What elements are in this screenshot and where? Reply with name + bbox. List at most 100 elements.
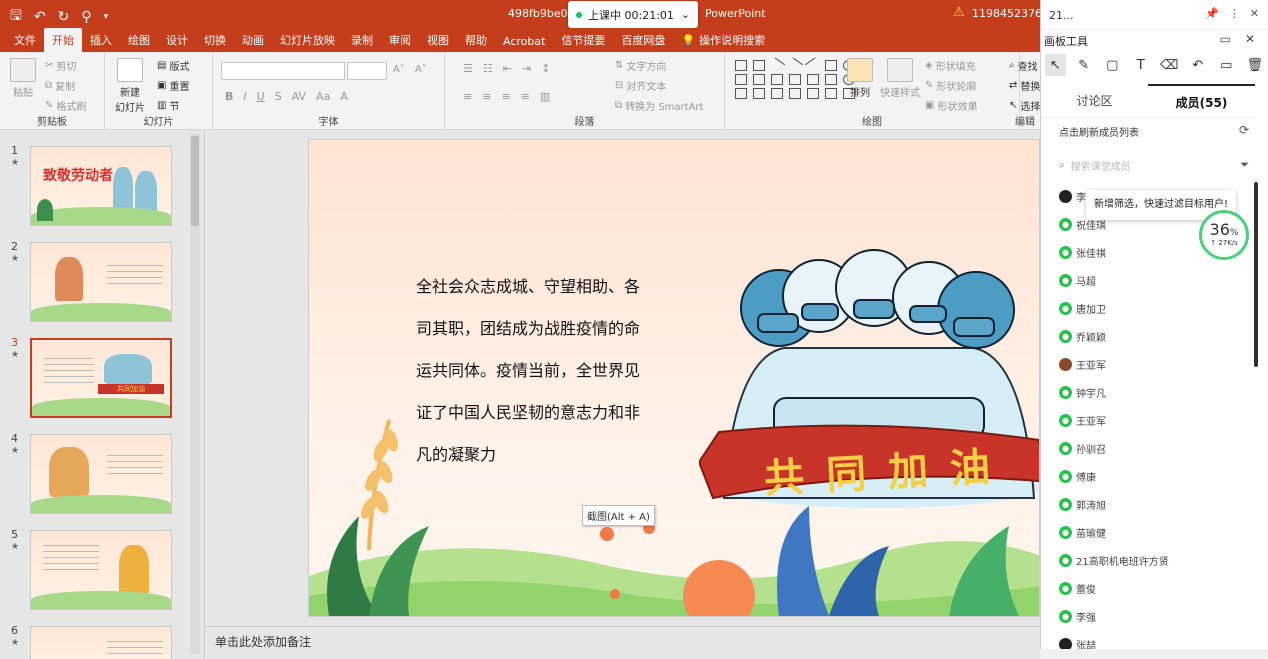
connector-shape-icon[interactable] (771, 74, 783, 85)
pen-icon[interactable]: ✎ (1074, 54, 1095, 76)
curve-shape-icon[interactable] (753, 88, 765, 99)
font-color-icon[interactable]: A (340, 90, 348, 103)
member-item[interactable]: ● 苗瑜健 (1059, 518, 1106, 546)
replace-button[interactable]: ⇄ 替换 (1009, 78, 1040, 93)
tab-insert[interactable]: 插入 (82, 28, 120, 52)
italic-icon[interactable]: I (243, 90, 246, 103)
arrow-shape-icon[interactable] (825, 74, 837, 85)
section-button[interactable]: ▥ 节 (157, 98, 179, 113)
tab-review[interactable]: 审阅 (381, 28, 419, 52)
bold-icon[interactable]: B (225, 90, 233, 103)
pin-icon[interactable]: 📌 (1205, 7, 1219, 20)
close-icon[interactable]: ✕ (1250, 7, 1259, 20)
tell-me-search[interactable]: 💡 操作说明搜索 (673, 28, 773, 52)
strikethrough-icon[interactable]: S (275, 90, 282, 103)
save-icon[interactable]: 🖫 (10, 5, 22, 29)
justify-icon[interactable]: ≡ (521, 90, 530, 103)
slide-thumbnail-2[interactable] (30, 242, 172, 322)
member-item[interactable]: 王亚军 (1059, 350, 1106, 378)
member-item[interactable]: ● 李强 (1059, 602, 1096, 630)
increase-indent-icon[interactable]: ⇥ (522, 62, 531, 75)
slide-thumbnail-4[interactable] (30, 434, 172, 514)
customize-icon[interactable]: ▾ (104, 12, 109, 22)
tab-summary[interactable]: 信节提要 (553, 28, 613, 52)
curve-shape-icon[interactable] (789, 88, 801, 99)
tab-file[interactable]: 文件 (6, 28, 44, 52)
layout-button[interactable]: ▤ 版式 (157, 58, 189, 73)
rectangle-icon[interactable]: ▢ (1102, 54, 1123, 76)
slide-thumbnail-5[interactable] (30, 530, 172, 610)
tab-acrobat[interactable]: Acrobat (495, 31, 553, 52)
tab-discussion[interactable]: 讨论区 (1041, 84, 1148, 117)
refresh-members[interactable]: 点击刷新成员列表 ⟳ (1059, 123, 1249, 139)
network-speed-indicator[interactable]: 36% ↑ 27K/s (1199, 210, 1249, 260)
tab-transitions[interactable]: 切换 (196, 28, 234, 52)
brace-shape-icon[interactable] (807, 88, 819, 99)
brush-icon[interactable]: ⚲ (81, 9, 91, 25)
member-item[interactable]: 李 (1059, 182, 1086, 210)
more-icon[interactable]: ⋮ (1229, 7, 1240, 20)
member-item[interactable]: ● 蕾俊 (1059, 574, 1096, 602)
close-icon[interactable]: ✕ (1245, 32, 1255, 46)
font-size-up-icon[interactable]: A˄ (393, 64, 405, 75)
undo-icon[interactable]: ↶ (1188, 54, 1209, 76)
line-shape-icon[interactable] (804, 57, 822, 74)
class-timer[interactable]: 上课中 00:21:01 ⌄ (568, 1, 698, 28)
tab-home[interactable]: 开始 (44, 28, 82, 52)
redo-icon[interactable]: ↻ (58, 9, 70, 25)
paste-button[interactable]: 粘贴 (10, 58, 36, 99)
decrease-indent-icon[interactable]: ⇤ (503, 62, 512, 75)
member-item[interactable]: ● 傅康 (1059, 462, 1096, 490)
font-size-select[interactable] (347, 62, 387, 80)
line-shape-icon[interactable] (786, 57, 804, 74)
line-spacing-icon[interactable]: ↕ (541, 62, 550, 75)
member-item[interactable]: ● 孙驯召 (1059, 434, 1106, 462)
text-direction-button[interactable]: ⇅ 文字方向 (615, 58, 666, 73)
member-item[interactable]: ● 唐加卫 (1059, 294, 1106, 322)
member-item[interactable]: ● 王亚军 (1059, 406, 1106, 434)
rectangle-shape-icon[interactable] (735, 74, 747, 85)
rectangle-shape-icon[interactable] (753, 60, 765, 71)
warning-icon[interactable]: ⚠ (953, 5, 965, 20)
current-slide[interactable]: 全社会众志成城、守望相助、各 司其职，团结成为战胜疫情的命 运共同体。疫情当前，… (308, 139, 1040, 617)
chevron-down-icon[interactable]: ⌄ (681, 8, 690, 21)
underline-icon[interactable]: U (257, 90, 265, 103)
rectangle-shape-icon[interactable] (735, 88, 747, 99)
undo-icon[interactable]: ↶ (34, 9, 46, 25)
columns-icon[interactable]: ▥ (540, 90, 550, 103)
tab-members[interactable]: 成员(55) (1148, 84, 1255, 117)
tab-design[interactable]: 设计 (158, 28, 196, 52)
convert-smartart-button[interactable]: ⧉ 转换为 SmartArt (615, 98, 703, 113)
reset-button[interactable]: ▣ 重置 (157, 78, 189, 93)
cut-button[interactable]: ✂ 剪切 (45, 58, 76, 73)
brace-shape-icon[interactable] (825, 88, 837, 99)
minimize-icon[interactable]: ▭ (1220, 32, 1231, 46)
member-item[interactable]: ● 乔颖颖 (1059, 322, 1106, 350)
format-painter-button[interactable]: ✎ 格式刷 (45, 98, 86, 113)
font-size-down-icon[interactable]: A˅ (415, 64, 427, 75)
refresh-icon[interactable]: ⟳ (1239, 123, 1249, 137)
curve-shape-icon[interactable] (771, 88, 783, 99)
shapes-gallery[interactable] (735, 57, 857, 99)
char-spacing-icon[interactable]: AV (292, 90, 306, 103)
slide-thumbnail-6[interactable] (30, 626, 172, 659)
rectangle-shape-icon[interactable] (735, 60, 747, 71)
tab-baidu-netdisk[interactable]: 百度网盘 (613, 28, 673, 52)
slide-thumbnail-1[interactable]: 致敬劳动者 (30, 146, 172, 226)
member-search[interactable]: ⌕ 搜索课堂成员 ⏷ (1059, 158, 1249, 173)
member-item[interactable]: ● 钟宇凡 (1059, 378, 1106, 406)
member-list-scrollbar[interactable] (1254, 182, 1258, 367)
member-item[interactable]: ● 马超 (1059, 266, 1096, 294)
trash-icon[interactable]: 🗑 (1245, 54, 1266, 76)
tab-slideshow[interactable]: 幻灯片放映 (272, 28, 343, 52)
select-button[interactable]: ↖ 选择 (1009, 98, 1040, 113)
numbering-icon[interactable]: ☷ (483, 62, 493, 75)
find-button[interactable]: ⌕ 查找 (1009, 58, 1038, 73)
new-slide-button[interactable]: 新建 幻灯片 (115, 58, 145, 114)
member-item[interactable]: ● 张佳祺 (1059, 238, 1106, 266)
shape-fill-button[interactable]: ◈ 形状填充 (925, 58, 976, 73)
connector-shape-icon[interactable] (789, 74, 801, 85)
tab-view[interactable]: 视图 (419, 28, 457, 52)
tab-draw[interactable]: 绘图 (120, 28, 158, 52)
copy-button[interactable]: ⧉ 复制 (45, 78, 75, 93)
